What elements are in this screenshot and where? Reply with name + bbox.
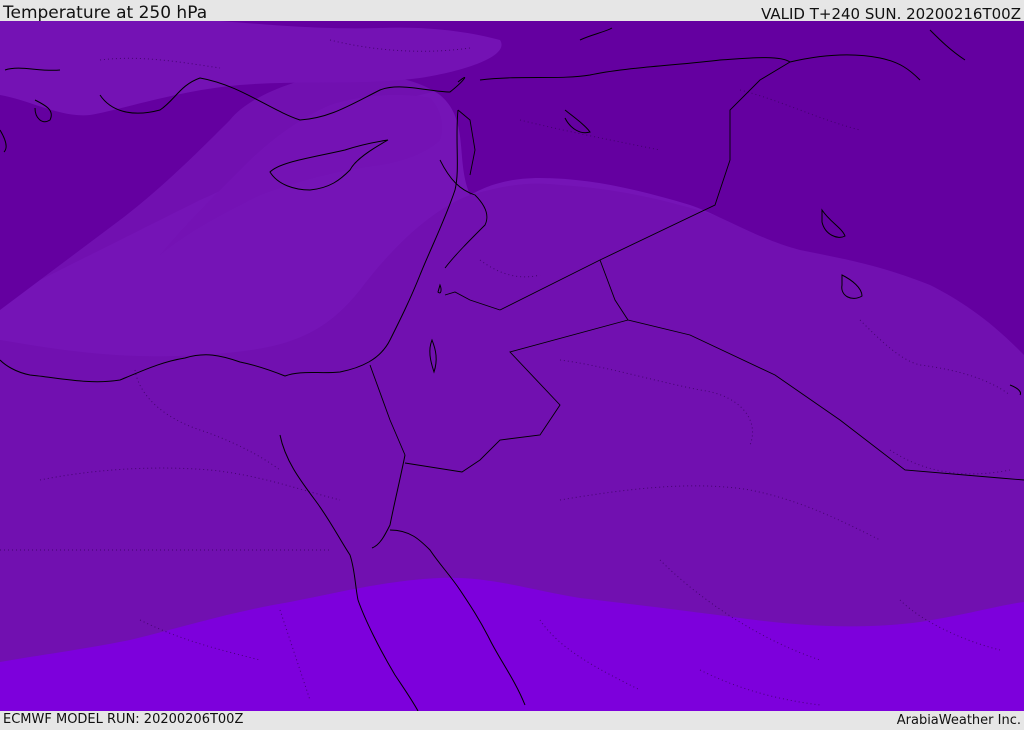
model-run: ECMWF MODEL RUN: 20200206T00Z [3,712,244,727]
temperature-map[interactable] [0,21,1024,711]
header-bar: Temperature at 250 hPa VALID T+240 SUN. … [0,0,1024,23]
footer-bar: ECMWF MODEL RUN: 20200206T00Z ArabiaWeat… [0,711,1024,729]
credit: ArabiaWeather Inc. [896,713,1021,728]
